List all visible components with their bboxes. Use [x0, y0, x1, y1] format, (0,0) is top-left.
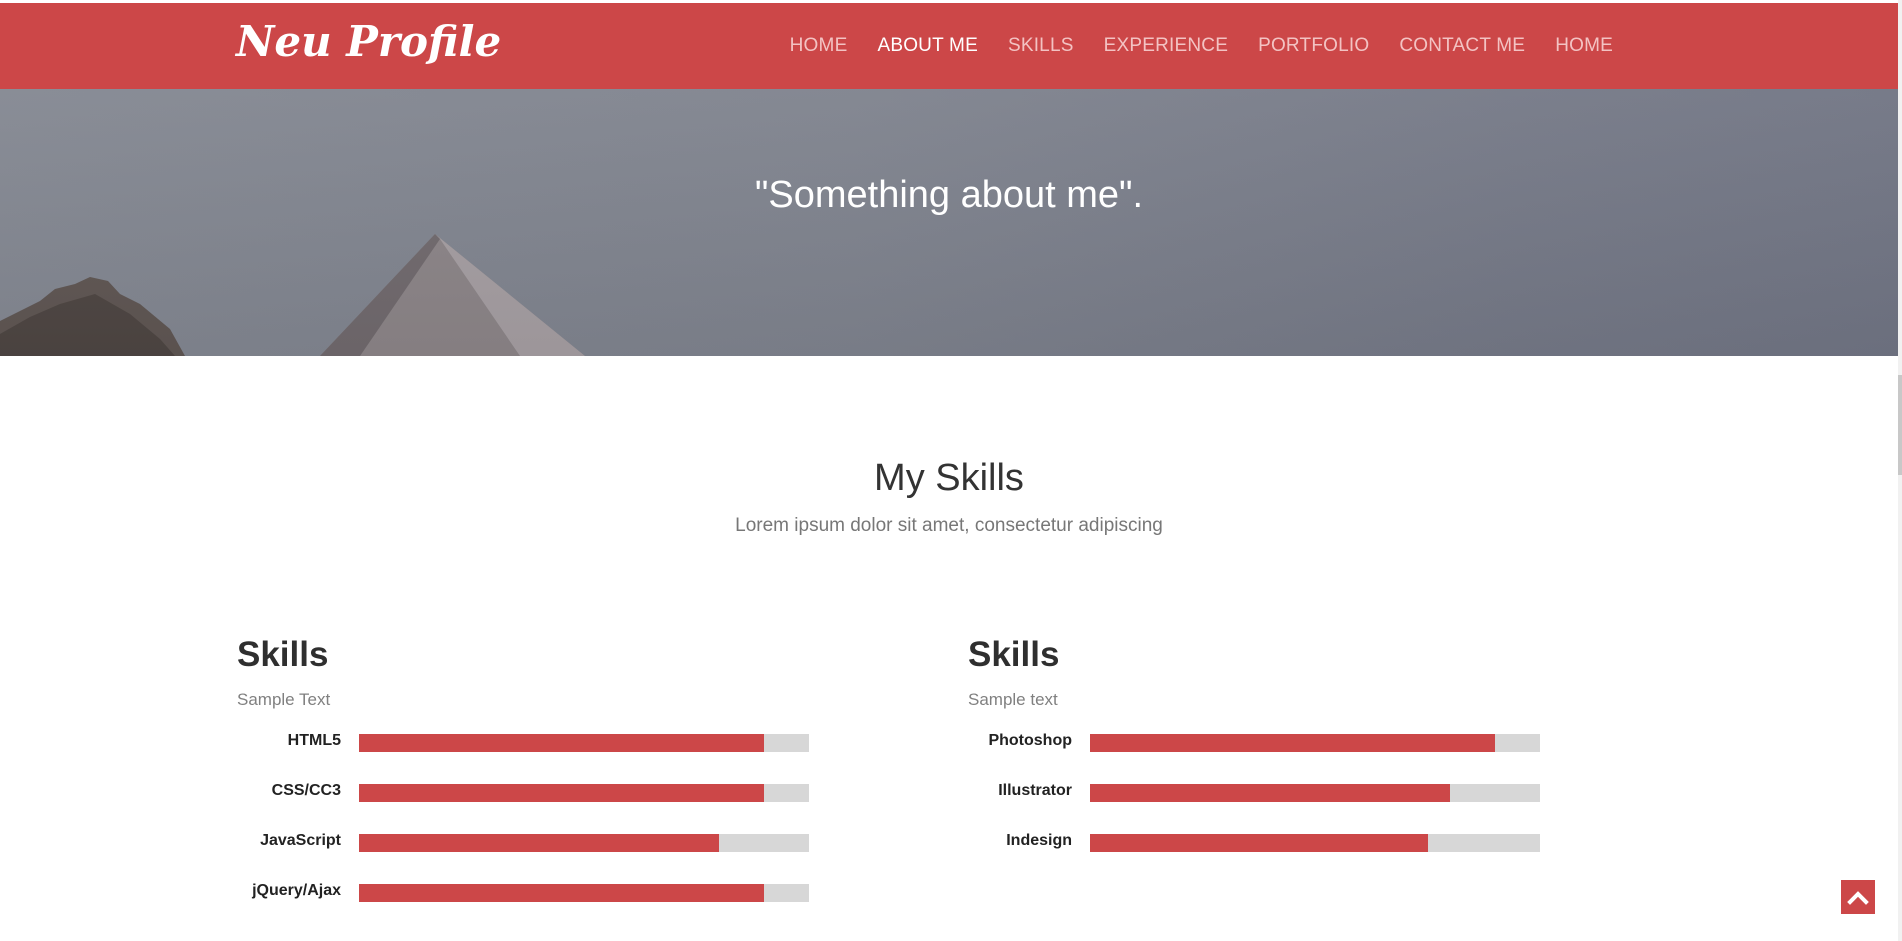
hero-banner: "Something about me".: [0, 89, 1898, 356]
hero-overlay: [0, 89, 1898, 356]
nav-item-portfolio[interactable]: PORTFOLIO: [1243, 35, 1384, 57]
skill-row: HTML5: [237, 730, 837, 780]
skill-label: Illustrator: [998, 782, 1072, 799]
nav-item-contact-me[interactable]: CONTACT ME: [1384, 35, 1540, 57]
skill-row: CSS/CC3: [237, 780, 837, 830]
skill-bar-fill: [1090, 834, 1428, 852]
skills-column-right: Skills Sample text Photoshop Illustrator…: [968, 630, 1568, 852]
skill-bar-fill: [359, 734, 764, 752]
skill-bar-track: [1090, 784, 1540, 802]
skill-row: JavaScript: [237, 830, 837, 880]
scrollbar-thumb[interactable]: [1898, 375, 1902, 475]
skill-row: jQuery/Ajax: [237, 880, 837, 930]
skill-bar-track: [359, 834, 809, 852]
nav-item-home-2[interactable]: HOME: [1540, 35, 1628, 57]
skills-column-title: Skills: [968, 635, 1060, 674]
skills-column-subtitle: Sample text: [968, 690, 1058, 709]
skills-list: Photoshop Illustrator Indesign: [968, 730, 1568, 880]
skill-bar-track: [1090, 734, 1540, 752]
nav-item-about-me[interactable]: ABOUT ME: [862, 35, 993, 57]
section-subtitle: Lorem ipsum dolor sit amet, consectetur …: [735, 515, 1163, 536]
skill-bar-fill: [1090, 734, 1495, 752]
nav-item-home[interactable]: HOME: [775, 35, 863, 57]
section-title: My Skills: [874, 457, 1024, 499]
skill-bar-fill: [1090, 784, 1450, 802]
chevron-up-icon: [1847, 891, 1869, 905]
skills-list: HTML5 CSS/CC3 JavaScript jQuery/Ajax: [237, 730, 837, 930]
skill-row: Photoshop: [968, 730, 1568, 780]
skill-row: Illustrator: [968, 780, 1568, 830]
skill-label: Indesign: [1006, 832, 1072, 849]
skill-label: HTML5: [287, 732, 341, 749]
skill-label: Photoshop: [988, 732, 1072, 749]
skills-column-title: Skills: [237, 635, 329, 674]
skill-label: JavaScript: [260, 832, 341, 849]
skills-column-subtitle: Sample Text: [237, 690, 331, 709]
skill-bar-track: [359, 784, 809, 802]
skill-bar-fill: [359, 884, 764, 902]
scroll-to-top-button[interactable]: [1841, 880, 1875, 914]
hero-quote: "Something about me".: [754, 174, 1144, 216]
navbar: Neu Profile HOME ABOUT ME SKILLS EXPERIE…: [0, 3, 1898, 89]
skill-bar-track: [359, 734, 809, 752]
skills-column-left: Skills Sample Text HTML5 CSS/CC3 JavaScr…: [237, 630, 837, 902]
skill-bar-fill: [359, 834, 719, 852]
page: Neu Profile HOME ABOUT ME SKILLS EXPERIE…: [0, 0, 1902, 941]
skill-label: jQuery/Ajax: [252, 882, 341, 899]
nav-item-skills[interactable]: SKILLS: [993, 35, 1089, 57]
skill-bar-track: [1090, 834, 1540, 852]
nav-item-experience[interactable]: EXPERIENCE: [1089, 35, 1243, 57]
main-nav: HOME ABOUT ME SKILLS EXPERIENCE PORTFOLI…: [775, 3, 1628, 89]
skill-bar-fill: [359, 784, 764, 802]
skill-bar-track: [359, 884, 809, 902]
skill-row: Indesign: [968, 830, 1568, 880]
brand-logo[interactable]: Neu Profile: [236, 17, 501, 66]
skill-label: CSS/CC3: [271, 782, 341, 799]
